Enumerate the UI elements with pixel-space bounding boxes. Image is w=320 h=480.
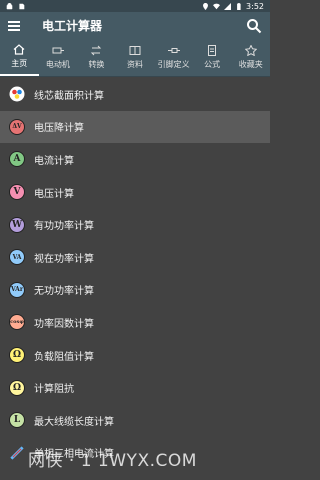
list-item[interactable]: Ω 负载阻值计算 <box>0 339 270 372</box>
search-icon[interactable] <box>246 18 262 34</box>
menu-icon[interactable] <box>8 18 24 34</box>
item-label: 视在功率计算 <box>34 253 94 265</box>
tab-motor[interactable]: 电动机 <box>39 39 78 76</box>
item-label: 电流计算 <box>34 155 74 167</box>
active-power-icon: W <box>9 216 25 233</box>
reactive-power-icon: VAr <box>9 281 25 298</box>
cable-length-icon: L <box>9 412 25 429</box>
tab-label: 引脚定义 <box>157 60 190 69</box>
list-item[interactable]: VAr 无功功率计算 <box>0 274 270 307</box>
home-icon <box>13 44 25 55</box>
apparent-power-icon: VA <box>9 249 25 266</box>
item-label: 计算阻抗 <box>34 384 74 396</box>
star-icon <box>244 45 257 56</box>
swap-icon <box>91 45 102 56</box>
list-item[interactable]: 单相三相电流计算 <box>0 437 270 470</box>
voltage-icon: V <box>9 184 25 201</box>
item-label: 功率因数计算 <box>34 318 94 330</box>
current-icon: A <box>9 151 25 168</box>
item-label: 电压计算 <box>34 188 74 200</box>
list-item[interactable]: VA 视在功率计算 <box>0 241 270 274</box>
list-item[interactable]: A 电流计算 <box>0 143 270 176</box>
item-label: 无功功率计算 <box>34 286 94 298</box>
android-icon <box>6 2 13 9</box>
tab-reference[interactable]: 资料 <box>116 39 155 76</box>
sd-card-icon <box>19 3 25 9</box>
book-icon <box>129 46 141 55</box>
tab-home[interactable]: 主页 <box>0 39 39 76</box>
motor-icon <box>52 47 64 54</box>
list-item[interactable]: V 电压计算 <box>0 176 270 209</box>
tab-label: 转换 <box>88 60 105 69</box>
list-item[interactable]: cosφ 功率因数计算 <box>0 306 270 339</box>
item-label: 线芯截面积计算 <box>34 90 104 102</box>
item-label: 有功功率计算 <box>34 221 94 233</box>
tab-label: 收藏夹 <box>238 60 263 69</box>
tab-favorites[interactable]: 收藏夹 <box>231 39 270 76</box>
list-item[interactable]: ΔV 电压降计算 <box>0 110 270 144</box>
list-item[interactable]: Ω 计算阻抗 <box>0 371 270 404</box>
item-label: 电压降计算 <box>34 123 84 135</box>
status-time: 3:52 <box>246 1 264 11</box>
calculator-list: 线芯截面积计算 ΔV 电压降计算 A 电流计算 V 电压计算 W 有功功率计算 … <box>0 78 270 480</box>
tab-bar: 主页 电动机 转换 资料 引脚定义 公式 收藏夹 <box>0 39 270 77</box>
list-item[interactable]: 线芯截面积计算 <box>0 78 270 111</box>
tab-label: 主页 <box>11 59 28 68</box>
item-label: 负载阻值计算 <box>34 351 94 363</box>
phase-current-icon <box>9 445 25 460</box>
list-item[interactable]: W 有功功率计算 <box>0 208 270 241</box>
tab-label: 资料 <box>127 60 144 69</box>
power-factor-icon: cosφ <box>9 314 25 331</box>
impedance-icon: Ω <box>9 379 25 396</box>
load-resistance-icon: Ω <box>9 347 25 364</box>
tab-formula[interactable]: 公式 <box>193 39 232 76</box>
battery-icon <box>237 2 241 10</box>
tab-label: 公式 <box>204 60 221 69</box>
status-bar: 3:52 <box>0 0 270 12</box>
location-icon <box>203 2 208 10</box>
voltage-drop-icon: ΔV <box>9 118 25 135</box>
tab-pinout[interactable]: 引脚定义 <box>154 39 193 76</box>
tab-label: 电动机 <box>45 60 70 69</box>
wifi-icon <box>213 3 221 9</box>
item-label: 最大线缆长度计算 <box>34 416 114 428</box>
item-label: 单相三相电流计算 <box>34 449 114 461</box>
formula-icon <box>208 45 217 56</box>
pin-icon <box>167 48 180 53</box>
app-title: 电工计算器 <box>42 19 103 33</box>
wire-cross-section-icon <box>9 86 25 102</box>
tab-convert[interactable]: 转换 <box>77 39 116 76</box>
list-item[interactable]: L 最大线缆长度计算 <box>0 404 270 437</box>
app-bar: 电工计算器 <box>0 12 270 39</box>
signal-icon <box>224 2 232 10</box>
